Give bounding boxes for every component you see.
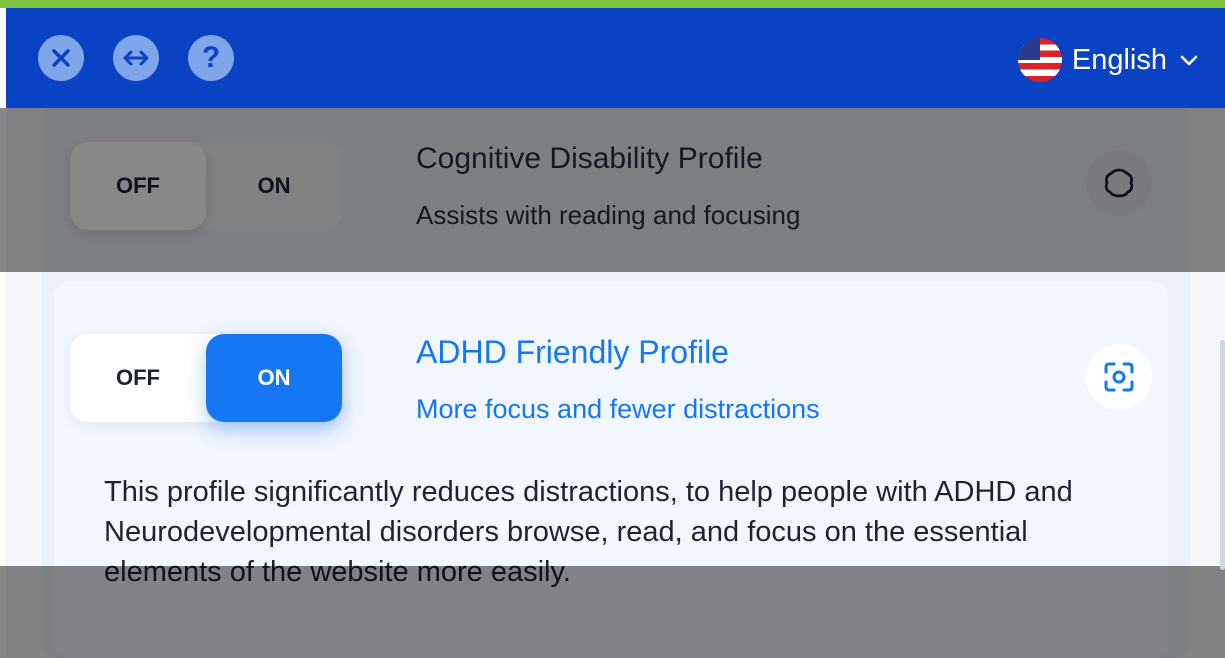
close-icon	[52, 49, 70, 67]
arrows-horizontal-icon	[123, 50, 149, 66]
help-icon: ?	[201, 41, 221, 74]
language-selector[interactable]: English	[1017, 38, 1199, 82]
profile-title: Cognitive Disability Profile	[416, 142, 763, 175]
profile-toggle: OFF ON	[70, 334, 342, 422]
toggle-off-button[interactable]: OFF	[70, 142, 206, 230]
profile-card-adhd: OFF ON ADHD Friendly Profile More focus …	[54, 282, 1168, 658]
chevron-down-icon	[1179, 47, 1199, 73]
profile-subtitle: Assists with reading and focusing	[416, 200, 801, 230]
resize-button[interactable]	[113, 35, 159, 81]
toggle-on-button[interactable]: ON	[206, 142, 342, 230]
us-flag-icon	[1017, 38, 1062, 82]
help-button[interactable]: ?	[188, 35, 234, 81]
profile-title: ADHD Friendly Profile	[416, 334, 729, 370]
toggle-off-button[interactable]: OFF	[70, 334, 206, 422]
scrollbar[interactable]	[1220, 340, 1225, 570]
language-label: English	[1071, 43, 1167, 76]
toggle-on-button[interactable]: ON	[206, 334, 342, 422]
profile-subtitle: More focus and fewer distractions	[416, 394, 820, 424]
top-edge-strip	[0, 0, 1225, 8]
brain-outline-icon	[1086, 150, 1152, 216]
focus-target-icon	[1086, 344, 1152, 410]
profile-description: This profile significantly reduces distr…	[104, 476, 1073, 588]
profile-card-cognitive: OFF ON Cognitive Disability Profile Assi…	[60, 120, 1170, 270]
close-button[interactable]	[38, 35, 84, 81]
profile-toggle: OFF ON	[70, 142, 342, 230]
accessibility-header: ? English	[6, 8, 1225, 108]
